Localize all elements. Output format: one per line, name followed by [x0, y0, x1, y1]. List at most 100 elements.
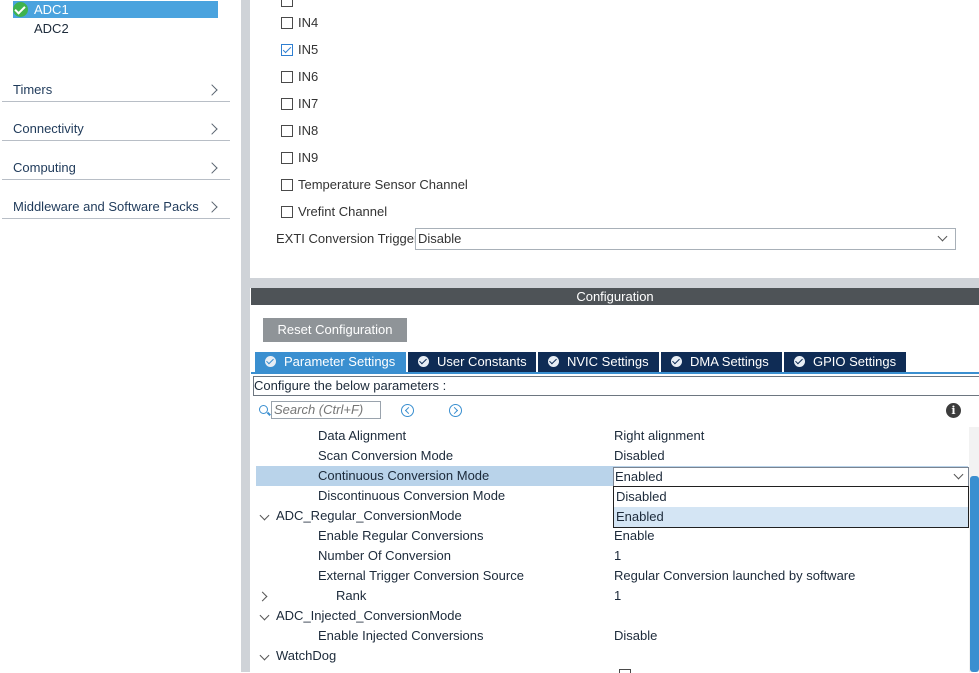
param-key: External Trigger Conversion Source	[318, 568, 524, 583]
channel-label: IN8	[298, 123, 319, 138]
chevron-right-icon	[450, 406, 459, 415]
select-value: Enabled	[615, 469, 663, 484]
param-key: Discontinuous Conversion Mode	[318, 488, 506, 503]
param-key: Number Of Conversion	[318, 548, 451, 563]
channel-label: Temperature Sensor Channel	[298, 177, 468, 192]
check-circle-icon	[671, 356, 682, 367]
checkbox-in6[interactable]	[281, 71, 293, 83]
param-row[interactable]: External Trigger Conversion Source Regul…	[256, 566, 968, 586]
param-group-label: ADC_Injected_ConversionMode	[276, 608, 462, 623]
chevron-right-icon	[206, 123, 218, 135]
sidebar: ADC1 ADC2 Timers Connectivity Computing …	[0, 0, 241, 672]
option-label: Disabled	[616, 489, 667, 504]
param-group-label: ADC_Regular_ConversionMode	[276, 508, 462, 523]
chevron-right-icon	[257, 591, 268, 602]
check-circle-icon	[265, 356, 276, 367]
param-row[interactable]: Rank 1	[256, 586, 968, 606]
tree-item-adc2[interactable]: ADC2	[34, 20, 69, 37]
channel-label: IN5	[298, 42, 319, 57]
chevron-right-icon	[206, 84, 218, 96]
chevron-right-icon	[206, 162, 218, 174]
tab-gpio-settings[interactable]: GPIO Settings	[784, 352, 906, 372]
chevron-left-icon	[404, 406, 413, 415]
category-label: Timers	[13, 82, 53, 97]
checkbox-in9[interactable]	[281, 152, 293, 164]
tab-parameter-settings[interactable]: Parameter Settings	[255, 352, 406, 372]
exti-select[interactable]: Disable	[415, 228, 956, 250]
search-input[interactable]	[271, 401, 381, 419]
dropdown-option-highlighted[interactable]: Enabled	[614, 507, 968, 527]
tab-dma-settings[interactable]: DMA Settings	[661, 352, 782, 372]
category-connectivity[interactable]: Connectivity	[2, 102, 230, 141]
chevron-down-icon	[259, 650, 270, 661]
tab-label: User Constants	[437, 354, 527, 369]
category-computing[interactable]: Computing	[2, 141, 230, 180]
checkbox-in3[interactable]	[281, 0, 293, 7]
chevron-down-icon	[937, 231, 948, 242]
param-value: Enable	[614, 528, 655, 543]
next-match-button[interactable]	[449, 404, 462, 417]
option-label: Enabled	[616, 509, 664, 524]
category-label: Middleware and Software Packs	[13, 199, 199, 214]
param-row[interactable]: Data Alignment Right alignment	[256, 426, 968, 446]
tab-underline	[251, 372, 979, 374]
tab-nvic-settings[interactable]: NVIC Settings	[538, 352, 659, 372]
tab-label: NVIC Settings	[567, 354, 649, 369]
check-circle-icon	[794, 356, 805, 367]
tab-label: GPIO Settings	[813, 354, 897, 369]
check-circle-icon	[13, 2, 28, 17]
param-key: Scan Conversion Mode	[318, 448, 454, 463]
info-icon[interactable]: i	[946, 403, 961, 418]
dropdown-list: Disabled Enabled	[613, 486, 969, 528]
category-timers[interactable]: Timers	[2, 63, 230, 102]
tree-item-adc1[interactable]: ADC1	[34, 1, 69, 18]
tab-label: DMA Settings	[690, 354, 769, 369]
checkbox-in7[interactable]	[281, 98, 293, 110]
param-row[interactable]: Scan Conversion Mode Disabled	[256, 446, 968, 466]
tab-label: Parameter Settings	[284, 354, 396, 369]
checkbox-in8[interactable]	[281, 125, 293, 137]
param-group-row[interactable]: WatchDog	[256, 646, 968, 666]
param-row[interactable]: Enable Regular Conversions Enable	[256, 526, 968, 546]
tab-user-constants[interactable]: User Constants	[408, 352, 536, 372]
checkbox-vrefint[interactable]	[281, 206, 293, 218]
chevron-down-icon	[259, 610, 270, 621]
checkbox-in4[interactable]	[281, 17, 293, 29]
exti-label: EXTI Conversion Trigger	[276, 231, 419, 246]
channel-label: Vrefint Channel	[298, 204, 388, 219]
param-value: 1	[614, 588, 622, 603]
param-value: Disable	[614, 628, 658, 643]
continuous-mode-select[interactable]: Enabled	[613, 467, 969, 487]
configure-hint: Configure the below parameters :	[253, 376, 979, 396]
previous-match-button[interactable]	[401, 404, 414, 417]
channel-label: IN4	[298, 15, 319, 30]
scrollbar-thumb[interactable]	[970, 476, 979, 672]
param-key: Enable Regular Conversions	[318, 528, 484, 543]
category-middleware[interactable]: Middleware and Software Packs	[2, 180, 230, 219]
checkbox-in5[interactable]	[281, 44, 293, 56]
dropdown-option[interactable]: Disabled	[614, 487, 968, 507]
param-group-label: WatchDog	[276, 648, 337, 663]
category-label: Connectivity	[13, 121, 84, 136]
check-circle-icon	[548, 356, 559, 367]
channel-label: IN9	[298, 150, 319, 165]
panel-splitter[interactable]	[241, 0, 250, 672]
param-value: Regular Conversion launched by software	[614, 568, 856, 583]
checkbox-temperature-sensor[interactable]	[281, 179, 293, 191]
param-row[interactable]: Number Of Conversion 1	[256, 546, 968, 566]
param-value: 1	[614, 548, 622, 563]
param-value: Disabled	[614, 448, 665, 463]
channel-label: IN7	[298, 96, 319, 111]
panel-splitter[interactable]	[250, 278, 979, 288]
category-label: Computing	[13, 160, 76, 175]
checkbox-watchdog-partial[interactable]	[619, 669, 631, 673]
param-key: Enable Injected Conversions	[318, 628, 484, 643]
param-key: Rank	[336, 588, 367, 603]
param-group-row[interactable]: ADC_Injected_ConversionMode	[256, 606, 968, 626]
chevron-down-icon	[953, 469, 964, 480]
chevron-right-icon	[206, 201, 218, 213]
reset-configuration-button[interactable]: Reset Configuration	[263, 318, 407, 342]
configuration-header: Configuration	[251, 288, 979, 305]
param-value: Right alignment	[614, 428, 705, 443]
param-row[interactable]: Enable Injected Conversions Disable	[256, 626, 968, 646]
